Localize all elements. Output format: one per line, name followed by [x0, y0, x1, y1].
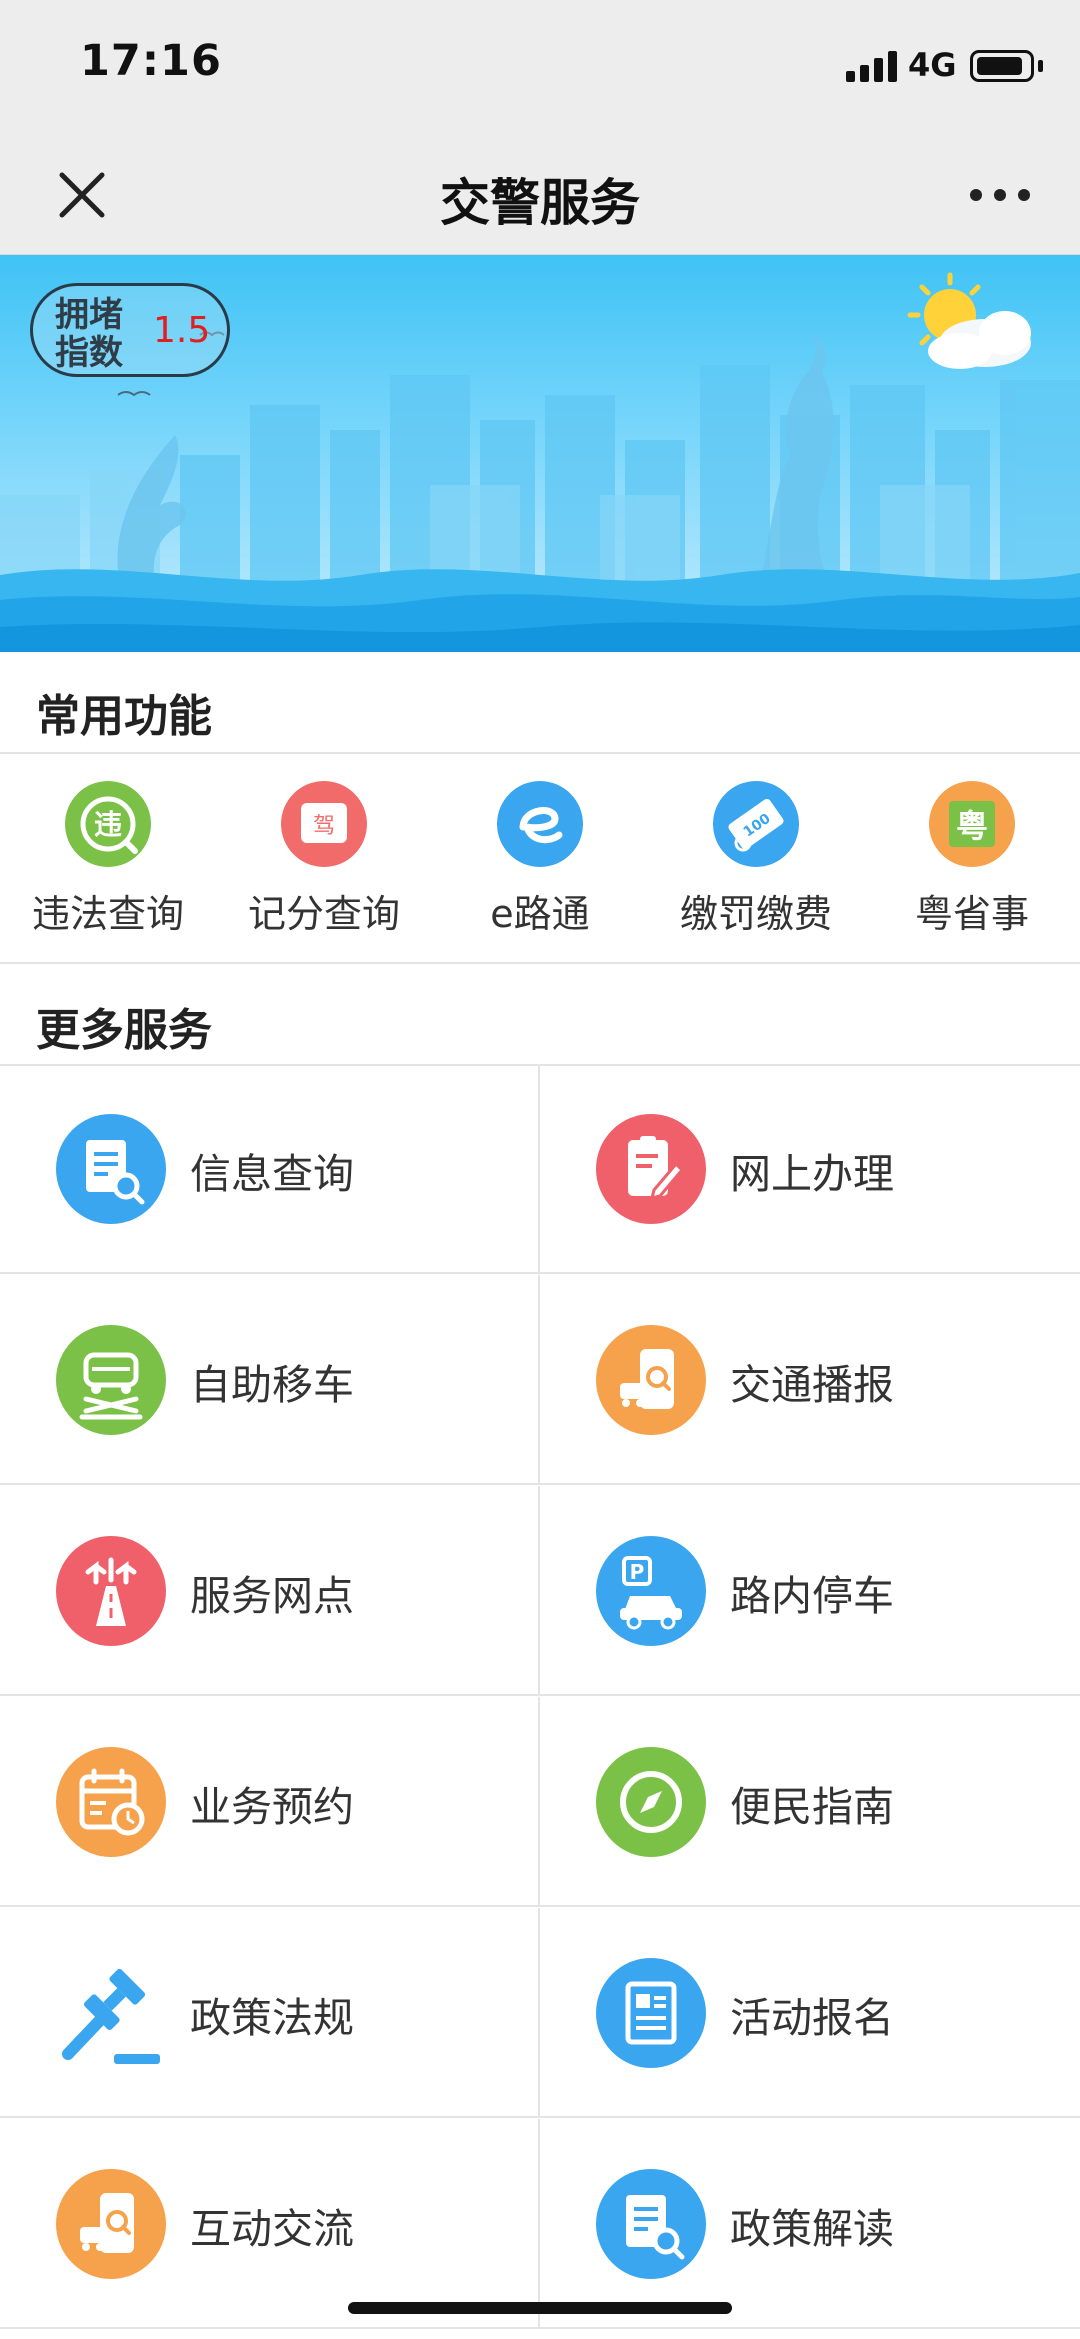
policy-interpret-icon [596, 2169, 706, 2279]
appointment-icon [56, 1747, 166, 1857]
service-item-label: 活动报名 [730, 1994, 894, 2042]
service-item-label: 自助移车 [190, 1361, 354, 1409]
activity-signup-icon [596, 1958, 706, 2068]
service-item-info-query[interactable]: 信息查询 [0, 1064, 540, 1274]
service-item-compass-guide[interactable]: 便民指南 [540, 1697, 1080, 1907]
common-item-points-query[interactable]: 驾 记分查询 [216, 755, 432, 960]
common-item-label: 缴罚缴费 [679, 892, 832, 936]
yue-shengshi-icon: 粤 [929, 781, 1015, 867]
gavel-icon [56, 1958, 166, 2068]
common-item-yue-shengshi[interactable]: 粤 粤省事 [864, 755, 1080, 960]
info-query-icon [56, 1114, 166, 1224]
service-item-service-outlet[interactable]: 服务网点 [0, 1486, 540, 1696]
services-grid: 信息查询 网上办理 自助移车 交通播报 服务网点 P 路内停车 业务预约 便民指… [0, 1064, 1080, 2339]
service-item-label: 路内停车 [730, 1572, 894, 1620]
svg-text:违: 违 [94, 808, 122, 841]
service-item-policy-regulations[interactable]: 政策法规 [0, 1908, 540, 2118]
service-item-online-handling[interactable]: 网上办理 [540, 1064, 1080, 1274]
street-parking-icon: P [596, 1536, 706, 1646]
divider [0, 962, 1080, 964]
service-item-label: 业务预约 [190, 1783, 354, 1831]
e-road-icon [497, 781, 583, 867]
app-root: 17:16 4G 交警服务 拥堵指数 1.5 常用功能 违 违法查询 驾 记分查… [0, 0, 1080, 2339]
city-banner: 拥堵指数 1.5 [0, 255, 1080, 652]
more-services-heading: 更多服务 [36, 1005, 212, 1056]
nav-bar: 交警服务 [0, 135, 1080, 255]
service-item-self-move-car[interactable]: 自助移车 [0, 1275, 540, 1485]
service-item-label: 网上办理 [730, 1150, 894, 1198]
more-options-button[interactable] [960, 163, 1040, 227]
network-type: 4G [908, 46, 957, 84]
online-handling-icon [596, 1114, 706, 1224]
service-item-label: 交通播报 [730, 1361, 894, 1409]
service-outlet-icon [56, 1536, 166, 1646]
battery-cap [1038, 60, 1043, 72]
status-time: 17:16 [80, 36, 222, 86]
service-item-appointment[interactable]: 业务预约 [0, 1697, 540, 1907]
congestion-index-label: 拥堵指数 [55, 295, 123, 373]
violation-query-icon: 违 [65, 781, 151, 867]
service-item-label: 信息查询 [190, 1150, 354, 1198]
points-query-icon: 驾 [281, 781, 367, 867]
service-item-label: 政策法规 [190, 1994, 354, 2042]
common-item-label: e路通 [490, 892, 590, 936]
svg-text:P: P [630, 1560, 645, 1584]
weather-sun-cloud-icon [907, 272, 1031, 369]
divider [0, 752, 1080, 754]
common-functions-row: 违 违法查询 驾 记分查询 e路通 100 缴罚缴费 粤 粤省事 [0, 755, 1080, 960]
service-item-label: 政策解读 [730, 2205, 894, 2253]
service-item-label: 便民指南 [730, 1783, 894, 1831]
common-item-violation-query[interactable]: 违 违法查询 [0, 755, 216, 960]
svg-text:粤: 粤 [956, 807, 988, 845]
service-item-policy-interpret[interactable]: 政策解读 [540, 2119, 1080, 2329]
compass-guide-icon [596, 1747, 706, 1857]
common-item-label: 粤省事 [914, 892, 1029, 936]
interaction-icon [56, 2169, 166, 2279]
page-title: 交警服务 [440, 174, 640, 232]
service-item-activity-signup[interactable]: 活动报名 [540, 1908, 1080, 2118]
congestion-index-badge[interactable]: 拥堵指数 1.5 [30, 283, 230, 377]
common-item-e-road[interactable]: e路通 [432, 755, 648, 960]
status-bar: 17:16 4G [0, 0, 1080, 135]
service-item-street-parking[interactable]: P 路内停车 [540, 1486, 1080, 1696]
service-item-interaction[interactable]: 互动交流 [0, 2119, 540, 2329]
common-item-fine-payment[interactable]: 100 缴罚缴费 [648, 755, 864, 960]
fine-payment-icon: 100 [713, 781, 799, 867]
signal-strength-icon [846, 50, 898, 82]
traffic-broadcast-icon [596, 1325, 706, 1435]
common-functions-heading: 常用功能 [36, 691, 212, 742]
self-move-car-icon [56, 1325, 166, 1435]
common-item-label: 记分查询 [247, 892, 400, 936]
battery-icon [970, 50, 1034, 82]
service-item-label: 服务网点 [190, 1572, 354, 1620]
common-item-label: 违法查询 [31, 892, 184, 936]
home-indicator[interactable] [348, 2302, 732, 2314]
service-item-label: 互动交流 [190, 2205, 354, 2253]
more-dots-icon [970, 189, 1030, 201]
svg-text:驾: 驾 [313, 814, 335, 839]
service-item-traffic-broadcast[interactable]: 交通播报 [540, 1275, 1080, 1485]
congestion-index-value: 1.5 [153, 310, 211, 351]
